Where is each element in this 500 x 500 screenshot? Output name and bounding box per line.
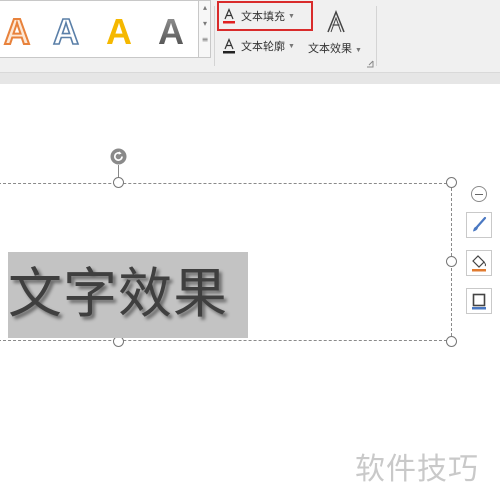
- text-effects-button[interactable]: 文本效果 ▼: [306, 10, 366, 58]
- ribbon-separator: [376, 6, 377, 66]
- wordart-style-yellow[interactable]: A: [98, 9, 140, 53]
- svg-text:A: A: [106, 11, 132, 51]
- highlight-box: [217, 1, 313, 31]
- ribbon-separator: [214, 6, 215, 66]
- fill-bucket-icon: [472, 255, 487, 272]
- text-outline-button[interactable]: 文本轮廓 ▼: [222, 35, 295, 57]
- style-a-icon: A: [3, 11, 31, 51]
- style-a-icon: A: [52, 11, 80, 51]
- chevron-down-icon: ▼: [355, 47, 362, 54]
- wordart-style-blue[interactable]: A: [45, 9, 87, 53]
- scroll-up-icon[interactable]: ▴: [201, 3, 209, 13]
- svg-text:A: A: [158, 11, 184, 51]
- style-a-icon: A: [106, 11, 132, 51]
- style-a-icon: A: [158, 11, 184, 51]
- resize-handle-top[interactable]: [113, 177, 124, 188]
- wordart-style-orange[interactable]: A: [0, 9, 38, 53]
- wordart-text[interactable]: 文字效果: [8, 262, 228, 326]
- brush-icon: [473, 216, 487, 232]
- text-outline-label: 文本轮廓: [241, 41, 285, 53]
- text-effects-icon: [327, 10, 345, 33]
- watermark: 软件技巧: [355, 452, 479, 487]
- ribbon: A A A A ▴ ▾ ≡ 文本填充 ▼ 文本轮廓 ▼ 文本效果 ▼: [0, 0, 500, 72]
- shape-outline-button[interactable]: [466, 288, 492, 314]
- resize-handle-bottom-right[interactable]: [446, 336, 457, 347]
- style-brush-button[interactable]: [466, 212, 492, 238]
- dialog-launcher-icon[interactable]: [366, 60, 374, 68]
- rotate-handle-icon[interactable]: [110, 148, 127, 165]
- wordart-style-gray[interactable]: A: [150, 9, 192, 53]
- document-canvas: 文字效果: [0, 84, 500, 500]
- resize-handle-top-right[interactable]: [446, 177, 457, 188]
- minus-icon[interactable]: [471, 186, 487, 202]
- ribbon-footer: [0, 72, 500, 84]
- text-outline-icon: [222, 37, 236, 54]
- svg-text:A: A: [4, 11, 30, 51]
- wordart-style-gallery: A A A A: [0, 0, 199, 58]
- resize-handle-right[interactable]: [446, 256, 457, 267]
- gallery-more-icon[interactable]: ≡: [201, 35, 209, 45]
- text-effects-label: 文本效果: [308, 43, 352, 55]
- gallery-scrollbar[interactable]: ▴ ▾ ≡: [199, 0, 211, 58]
- border-icon: [472, 293, 486, 310]
- scroll-down-icon[interactable]: ▾: [201, 19, 209, 29]
- svg-text:A: A: [53, 11, 79, 51]
- shape-fill-button[interactable]: [466, 250, 492, 276]
- chevron-down-icon: ▼: [288, 42, 295, 50]
